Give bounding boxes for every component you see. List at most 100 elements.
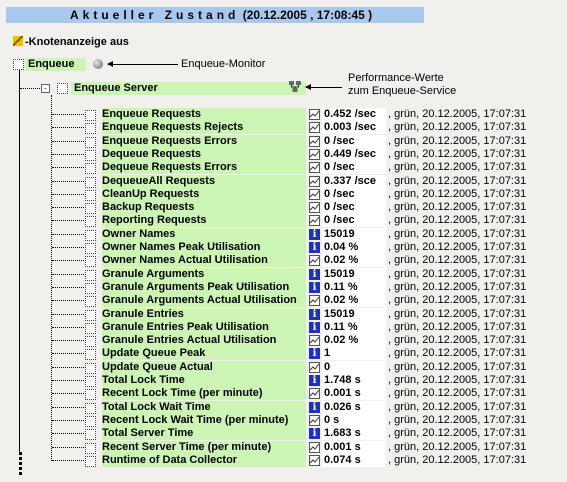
metric-label[interactable]: Total Server Time [102, 427, 306, 440]
metric-checkbox[interactable] [85, 429, 96, 440]
metric-checkbox[interactable] [85, 376, 96, 387]
metric-row[interactable]: Owner Names Actual Utilisation 0.02 %, gr… [84, 254, 564, 267]
metric-label[interactable]: Owner Names Actual Utilisation [102, 254, 306, 267]
metric-checkbox[interactable] [85, 323, 96, 334]
metric-label[interactable]: Enqueue Requests [102, 108, 306, 121]
chart-icon[interactable] [309, 255, 320, 266]
metric-label[interactable]: CleanUp Requests [102, 188, 306, 201]
node-checkbox-enqueue[interactable] [13, 59, 24, 70]
metric-checkbox[interactable] [85, 389, 96, 400]
metric-checkbox[interactable] [85, 456, 96, 467]
metric-row[interactable]: Enqueue Requests Errors 0 /sec, grün, 20.… [84, 135, 564, 148]
metric-label[interactable]: Dequeue Requests [102, 148, 306, 161]
metric-checkbox[interactable] [85, 403, 96, 414]
info-icon[interactable]: i [309, 242, 320, 253]
metric-row[interactable]: DequeueAll Requests 0.337 /sce, grün, 20.… [84, 175, 564, 188]
metric-label[interactable]: Recent Lock Wait Time (per minute) [102, 414, 306, 427]
metric-label[interactable]: Update Queue Peak [102, 347, 306, 360]
info-icon[interactable]: i [309, 375, 320, 386]
metric-label[interactable]: Reporting Requests [102, 214, 306, 227]
metric-checkbox[interactable] [85, 256, 96, 267]
info-icon[interactable]: i [309, 229, 320, 240]
node-enqueue[interactable]: Enqueue [25, 58, 86, 71]
metric-checkbox[interactable] [85, 283, 96, 294]
node-enqueue-server[interactable]: Enqueue Server [71, 82, 306, 95]
metric-label[interactable]: Granule Entries [102, 308, 306, 321]
info-icon[interactable]: i [309, 282, 320, 293]
metric-row[interactable]: CleanUp Requests 0 /sec, grün, 20.12.2005… [84, 188, 564, 201]
metric-checkbox[interactable] [85, 443, 96, 454]
metric-row[interactable]: Recent Lock Wait Time (per minute) 0 s, g… [84, 414, 564, 427]
chart-icon[interactable] [309, 388, 320, 399]
metric-row[interactable]: Backup Requests 0 /sec, grün, 20.12.2005,… [84, 201, 564, 214]
metric-checkbox[interactable] [85, 230, 96, 241]
metric-row[interactable]: Owner Names Peak Utilisation i 0.04 %, grü… [84, 241, 564, 254]
chart-icon[interactable] [309, 162, 320, 173]
metric-label[interactable]: Backup Requests [102, 201, 306, 214]
metric-checkbox[interactable] [85, 123, 96, 134]
metric-row[interactable]: Reporting Requests 0 /sec, grün, 20.12.20… [84, 214, 564, 227]
metric-label[interactable]: Owner Names [102, 228, 306, 241]
node-display-toggle[interactable]: -Knotenanzeige aus [13, 36, 129, 48]
metric-checkbox[interactable] [85, 137, 96, 148]
metric-checkbox[interactable] [85, 190, 96, 201]
chart-icon[interactable] [309, 149, 320, 160]
metric-label[interactable]: Dequeue Requests Errors [102, 161, 306, 174]
chart-icon[interactable] [309, 109, 320, 120]
metric-checkbox[interactable] [85, 203, 96, 214]
metric-row[interactable]: Runtime of Data Collector 0.074 s, grün, … [84, 454, 564, 467]
metric-checkbox[interactable] [85, 416, 96, 427]
chart-icon[interactable] [309, 202, 320, 213]
chart-icon[interactable] [309, 176, 320, 187]
metric-label[interactable]: Total Lock Time [102, 374, 306, 387]
info-icon[interactable]: i [309, 428, 320, 439]
metric-row[interactable]: Total Lock Time i 1.748 s, grün, 20.12.200… [84, 374, 564, 387]
node-checkbox-server[interactable] [57, 83, 68, 94]
metric-label[interactable]: Granule Entries Peak Utilisation [102, 321, 306, 334]
info-icon[interactable]: i [309, 322, 320, 333]
performance-values-icon[interactable] [288, 80, 302, 94]
metric-row[interactable]: Recent Lock Time (per minute) 0.001 s, gr… [84, 387, 564, 400]
metric-label[interactable]: Enqueue Requests Rejects [102, 121, 306, 134]
metric-row[interactable]: Total Lock Wait Time i 0.026 s, grün, 20.1… [84, 401, 564, 414]
monitor-icon[interactable] [93, 59, 103, 69]
metric-label[interactable]: Enqueue Requests Errors [102, 135, 306, 148]
metric-row[interactable]: Update Queue Actual 0, grün, 20.12.2005, … [84, 361, 564, 374]
metric-label[interactable]: Total Lock Wait Time [102, 401, 306, 414]
chart-icon[interactable] [309, 415, 320, 426]
chart-icon[interactable] [309, 215, 320, 226]
metric-row[interactable]: Total Server Time i 1.683 s, grün, 20.12.2… [84, 427, 564, 440]
metric-checkbox[interactable] [85, 110, 96, 121]
metric-row[interactable]: Update Queue Peak i 1, grün, 20.12.2005, 1… [84, 347, 564, 360]
info-icon[interactable]: i [309, 348, 320, 359]
chart-icon[interactable] [309, 335, 320, 346]
metric-checkbox[interactable] [85, 216, 96, 227]
metric-checkbox[interactable] [85, 270, 96, 281]
chart-icon[interactable] [309, 122, 320, 133]
metric-label[interactable]: Recent Server Time (per minute) [102, 441, 306, 454]
metric-checkbox[interactable] [85, 310, 96, 321]
metric-row[interactable]: Dequeue Requests 0.449 /sec, grün, 20.12.… [84, 148, 564, 161]
chart-icon[interactable] [309, 295, 320, 306]
info-icon[interactable]: i [309, 309, 320, 320]
chart-icon[interactable] [309, 442, 320, 453]
metric-row[interactable]: Granule Arguments Actual Utilisation 0.02… [84, 294, 564, 307]
metric-label[interactable]: Runtime of Data Collector [102, 454, 306, 467]
metric-row[interactable]: Enqueue Requests 0.452 /sec, grün, 20.12.… [84, 108, 564, 121]
metric-row[interactable]: Granule Entries Actual Utilisation 0.02 %… [84, 334, 564, 347]
info-icon[interactable]: i [309, 269, 320, 280]
metric-label[interactable]: Owner Names Peak Utilisation [102, 241, 306, 254]
chart-icon[interactable] [309, 136, 320, 147]
metric-row[interactable]: Granule Arguments Peak Utilisation i 0.11 … [84, 281, 564, 294]
info-icon[interactable]: i [309, 402, 320, 413]
chart-icon[interactable] [309, 362, 320, 373]
metric-checkbox[interactable] [85, 349, 96, 360]
metric-row[interactable]: Recent Server Time (per minute) 0.001 s, … [84, 441, 564, 454]
metric-row[interactable]: Granule Entries i 15019, grün, 20.12.2005,… [84, 308, 564, 321]
metric-checkbox[interactable] [85, 296, 96, 307]
metric-label[interactable]: DequeueAll Requests [102, 175, 306, 188]
chart-icon[interactable] [309, 189, 320, 200]
metric-label[interactable]: Granule Arguments [102, 268, 306, 281]
collapse-toggle-server[interactable]: - [41, 84, 50, 93]
chart-icon[interactable] [309, 455, 320, 466]
